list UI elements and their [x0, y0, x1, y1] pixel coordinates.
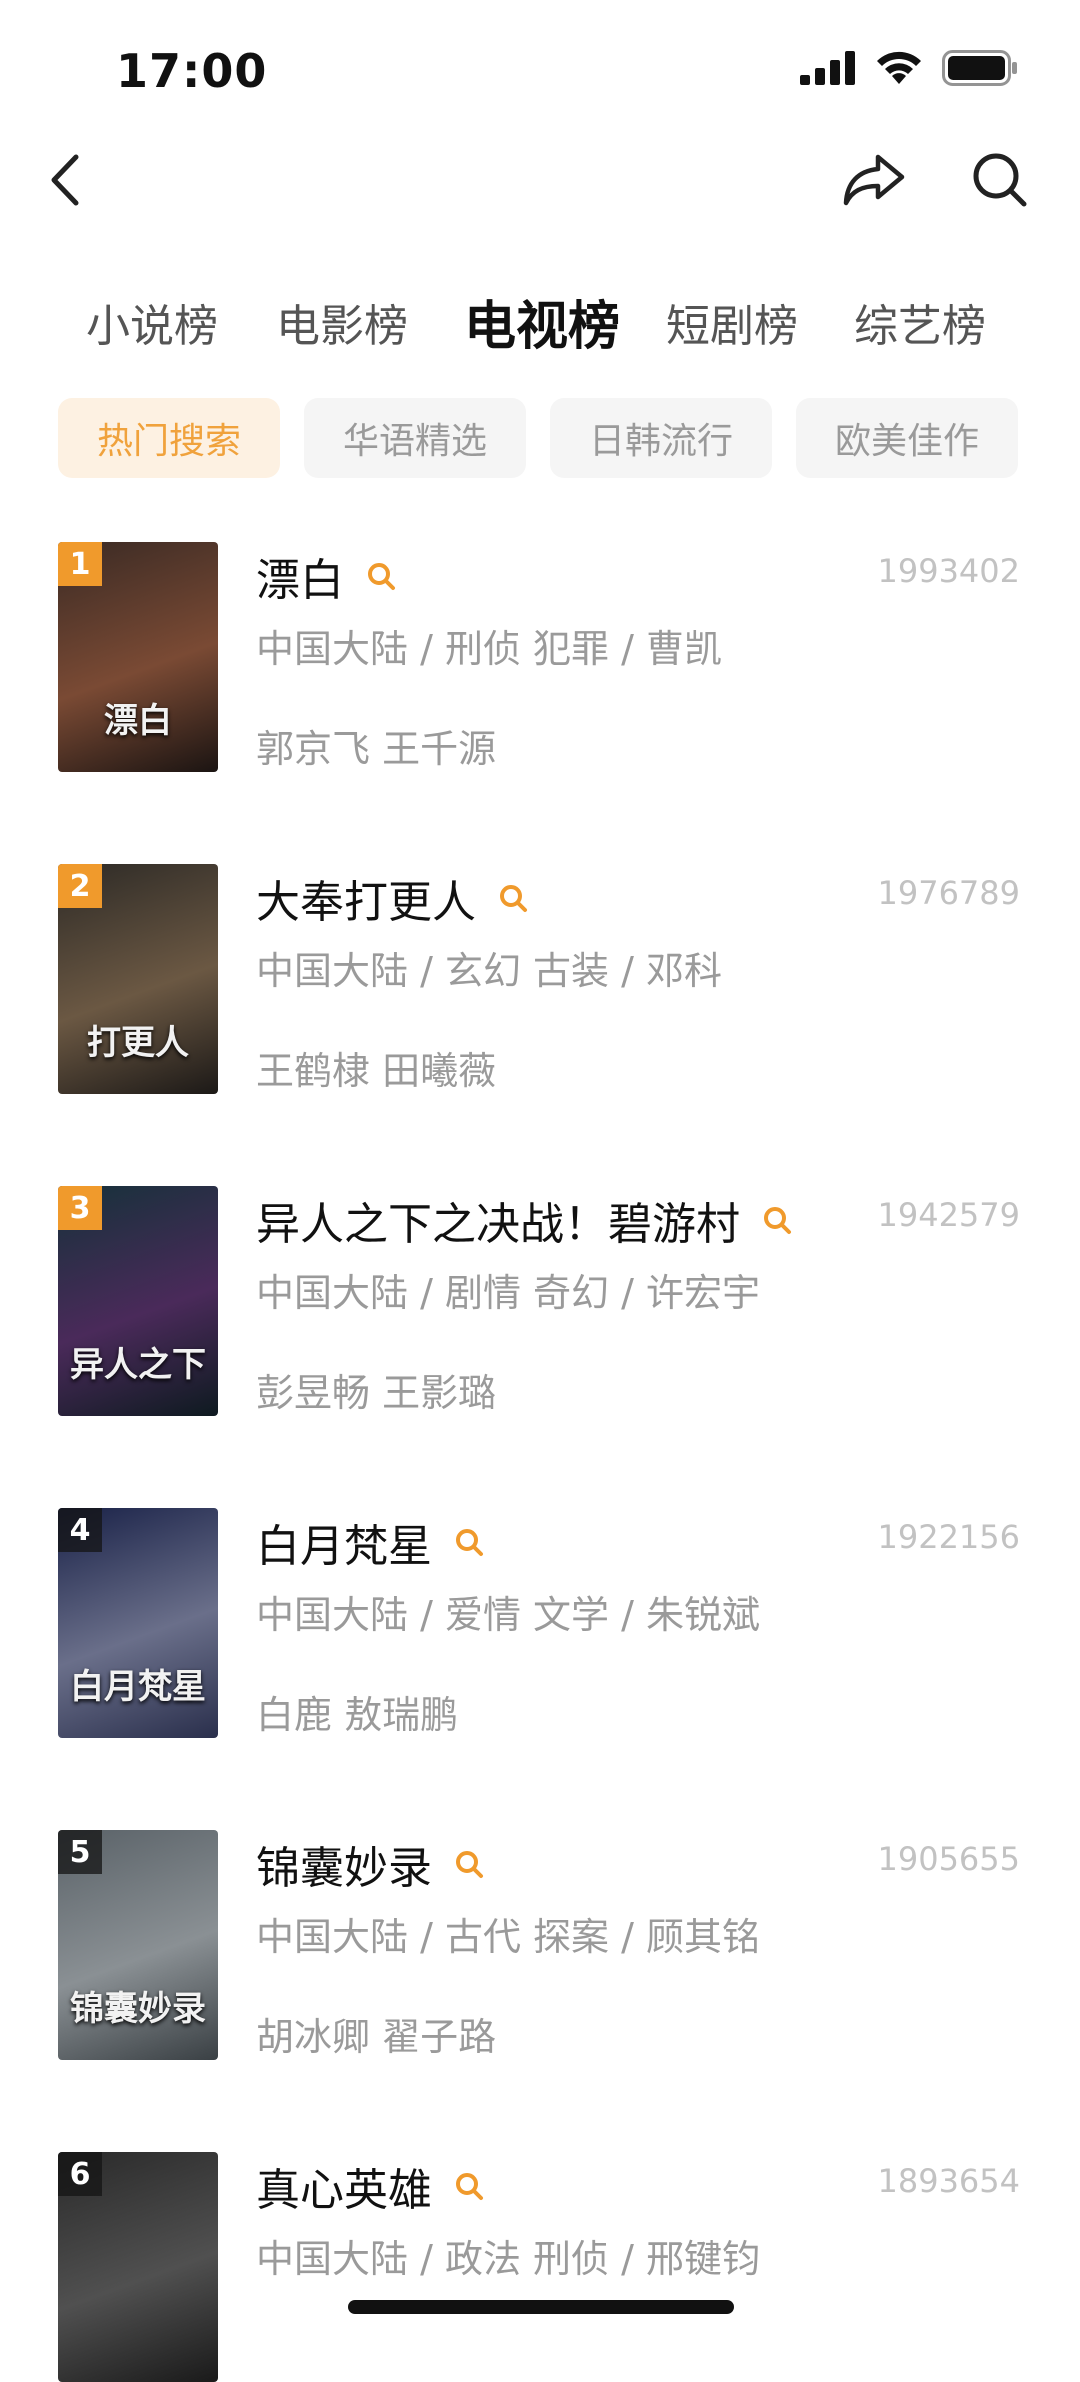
- search-count: 1942579: [877, 1196, 1020, 1234]
- poster-title-text: 漂白: [104, 701, 172, 741]
- item-title: 异人之下之决战！碧游村: [256, 1199, 740, 1250]
- item-title: 锦囊妙录: [256, 1843, 432, 1894]
- wifi-icon: [877, 51, 921, 84]
- search-count: 1993402: [877, 552, 1020, 590]
- search-icon[interactable]: [366, 561, 396, 591]
- back-button[interactable]: [26, 140, 106, 220]
- rank-badge: 2: [58, 864, 102, 908]
- rank-badge: 5: [58, 1830, 102, 1874]
- search-icon[interactable]: [762, 1205, 792, 1235]
- search-icon[interactable]: [454, 2171, 484, 2201]
- item-title: 大奉打更人: [256, 877, 476, 928]
- chip-chinese-picks[interactable]: 华语精选: [304, 398, 526, 478]
- search-icon[interactable]: [498, 883, 528, 913]
- item-meta: 中国大陆 / 玄幻 古装 / 邓科: [256, 949, 723, 993]
- search-button[interactable]: [960, 140, 1040, 220]
- poster-title-text: 异人之下: [70, 1345, 206, 1385]
- poster-image: 漂白 1: [58, 542, 218, 772]
- share-button[interactable]: [834, 140, 914, 220]
- search-count: 1922156: [877, 1518, 1020, 1556]
- item-title: 白月梵星: [256, 1521, 432, 1572]
- poster-image: 打更人 2: [58, 864, 218, 1094]
- tab-short-drama[interactable]: 短剧榜: [666, 290, 798, 354]
- rank-badge: 3: [58, 1186, 102, 1230]
- rank-badge: 6: [58, 2152, 102, 2196]
- item-meta: 中国大陆 / 古代 探案 / 顾其铭: [256, 1915, 761, 1959]
- tab-tv[interactable]: 电视榜: [464, 284, 620, 359]
- status-bar: 17:00: [0, 0, 1080, 130]
- rank-badge: 1: [58, 542, 102, 586]
- search-count: 1905655: [877, 1840, 1020, 1878]
- status-time: 17:00: [116, 44, 268, 98]
- list-item[interactable]: 锦囊妙录 5 锦囊妙录 1905655 中国大陆 / 古代 探案 / 顾其铭 胡…: [0, 1830, 1080, 2060]
- item-meta: 中国大陆 / 爱情 文学 / 朱锐斌: [256, 1593, 761, 1637]
- poster-title-text: 白月梵星: [70, 1667, 206, 1707]
- item-title: 真心英雄: [256, 2165, 432, 2216]
- category-tabs: 小说榜 电影榜 电视榜 短剧榜 综艺榜: [0, 290, 1080, 370]
- search-icon[interactable]: [454, 1527, 484, 1557]
- list-item[interactable]: 漂白 1 漂白 1993402 中国大陆 / 刑侦 犯罪 / 曹凯 郭京飞 王千…: [0, 542, 1080, 772]
- item-title: 漂白: [256, 555, 344, 606]
- search-count: 1893654: [877, 2162, 1020, 2200]
- home-indicator[interactable]: [348, 2300, 734, 2314]
- poster-title-text: 锦囊妙录: [70, 1989, 206, 2029]
- cellular-signal-icon: [800, 51, 855, 85]
- chip-hot-search[interactable]: 热门搜索: [58, 398, 280, 478]
- share-icon: [843, 154, 905, 206]
- item-meta: 中国大陆 / 剧情 奇幻 / 许宏宇: [256, 1271, 761, 1315]
- item-cast: 王鹤棣 田曦薇: [256, 1049, 497, 1093]
- item-cast: 白鹿 敖瑞鹏: [256, 1693, 459, 1737]
- filter-chips: 热门搜索 华语精选 日韩流行 欧美佳作: [58, 398, 1018, 478]
- list-item[interactable]: 白月梵星 4 白月梵星 1922156 中国大陆 / 爱情 文学 / 朱锐斌 白…: [0, 1508, 1080, 1738]
- tab-movies[interactable]: 电影榜: [276, 290, 408, 354]
- list-item[interactable]: 异人之下 3 异人之下之决战！碧游村 1942579 中国大陆 / 剧情 奇幻 …: [0, 1186, 1080, 1416]
- list-item[interactable]: 打更人 2 大奉打更人 1976789 中国大陆 / 玄幻 古装 / 邓科 王鹤…: [0, 864, 1080, 1094]
- chip-jp-kr-trending[interactable]: 日韩流行: [550, 398, 772, 478]
- poster-image: 白月梵星 4: [58, 1508, 218, 1738]
- search-count: 1976789: [877, 874, 1020, 912]
- battery-icon: [942, 50, 1017, 86]
- item-meta: 中国大陆 / 政法 刑侦 / 邢键钧: [256, 2237, 761, 2281]
- tab-novels[interactable]: 小说榜: [86, 290, 218, 354]
- poster-image: 6: [58, 2152, 218, 2382]
- search-icon[interactable]: [454, 1849, 484, 1879]
- chip-western-picks[interactable]: 欧美佳作: [796, 398, 1018, 478]
- chevron-left-icon: [51, 154, 79, 206]
- search-icon: [973, 153, 1027, 207]
- poster-title-text: 打更人: [87, 1023, 189, 1063]
- item-meta: 中国大陆 / 刑侦 犯罪 / 曹凯: [256, 627, 723, 671]
- list-item[interactable]: 6 真心英雄 1893654 中国大陆 / 政法 刑侦 / 邢键钧: [0, 2152, 1080, 2382]
- status-icons: [800, 50, 1018, 86]
- nav-bar: [0, 140, 1080, 230]
- item-cast: 彭昱畅 王影璐: [256, 1371, 497, 1415]
- item-cast: 胡冰卿 翟子路: [256, 2015, 497, 2059]
- item-cast: 郭京飞 王千源: [256, 727, 497, 771]
- rank-badge: 4: [58, 1508, 102, 1552]
- tab-variety[interactable]: 综艺榜: [854, 290, 986, 354]
- poster-image: 异人之下 3: [58, 1186, 218, 1416]
- poster-image: 锦囊妙录 5: [58, 1830, 218, 2060]
